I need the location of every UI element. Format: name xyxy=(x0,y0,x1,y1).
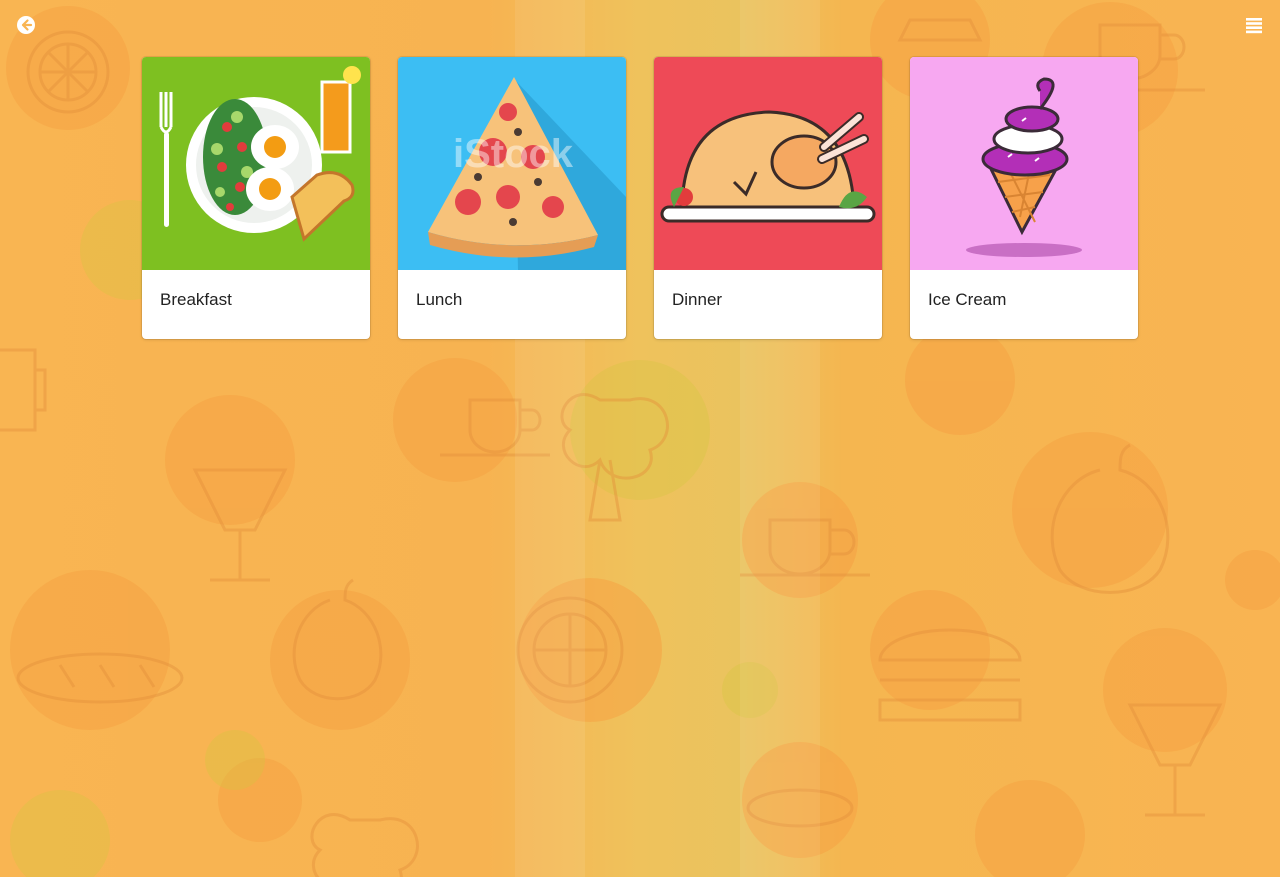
list-icon xyxy=(1246,18,1262,34)
menu-button[interactable] xyxy=(1241,12,1267,38)
dinner-image xyxy=(654,57,882,270)
card-lunch[interactable]: iStock Lunch xyxy=(398,57,626,339)
card-title: Ice Cream xyxy=(928,290,1007,309)
breakfast-image xyxy=(142,57,370,270)
card-title: Breakfast xyxy=(160,290,232,309)
card-dinner[interactable]: Dinner xyxy=(654,57,882,339)
lunch-image: iStock xyxy=(398,57,626,270)
card-ice-cream[interactable]: Ice Cream xyxy=(910,57,1138,339)
arrow-left-circle-icon xyxy=(17,16,35,34)
back-button[interactable] xyxy=(13,12,39,38)
meal-category-grid: Breakfast iStock Lunch Dinner Ice Cream xyxy=(142,57,1138,339)
card-title: Dinner xyxy=(672,290,723,309)
card-breakfast[interactable]: Breakfast xyxy=(142,57,370,339)
watermark-text: iStock xyxy=(453,132,574,176)
ice-cream-image xyxy=(910,57,1138,270)
card-title: Lunch xyxy=(416,290,463,309)
